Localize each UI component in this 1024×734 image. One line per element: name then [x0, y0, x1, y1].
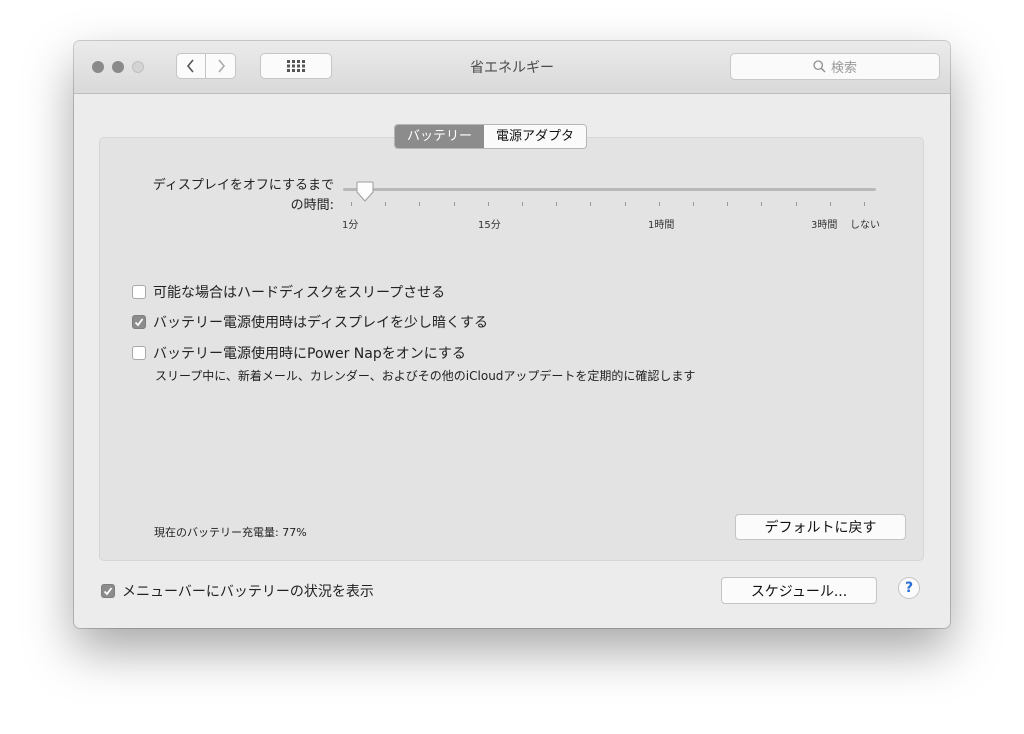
help-button[interactable]: ? — [898, 577, 920, 599]
option-dim-display[interactable]: バッテリー電源使用時はディスプレイを少し暗くする — [132, 312, 488, 332]
display-sleep-slider-track[interactable] — [343, 188, 876, 191]
chevron-left-icon — [186, 59, 194, 73]
slider-tick — [761, 202, 763, 206]
checkbox-dim-display[interactable] — [132, 315, 146, 329]
window-title: 省エネルギー — [470, 60, 554, 76]
option-power-nap-label: バッテリー電源使用時にPower Napをオンにする — [153, 346, 466, 362]
tick-label-15min: 15分 — [478, 220, 501, 231]
checkbox-hard-disk-sleep[interactable] — [132, 285, 146, 299]
checkmark-icon — [134, 318, 144, 327]
tab-switcher: バッテリー 電源アダプタ — [394, 124, 588, 149]
option-hard-disk-sleep[interactable]: 可能な場合はハードディスクをスリープさせる — [132, 282, 445, 302]
zoom-window-button[interactable] — [132, 61, 144, 73]
slider-tick — [453, 202, 455, 206]
option-show-in-menu-bar[interactable]: メニューバーにバッテリーの状況を表示 — [101, 581, 374, 601]
option-hard-disk-sleep-label: 可能な場合はハードディスクをスリープさせる — [153, 285, 446, 301]
slider-tick — [727, 202, 729, 206]
minimize-window-button[interactable] — [112, 61, 124, 73]
schedule-button[interactable]: スケジュール... — [721, 577, 877, 604]
power-nap-description: スリープ中に、新着メール、カレンダー、およびその他のiCloudアップデートを定… — [155, 369, 696, 383]
slider-tick — [556, 202, 558, 206]
tick-label-never: しない — [850, 220, 880, 231]
grid-icon — [287, 60, 305, 72]
tick-label-1min: 1分 — [342, 220, 359, 231]
search-icon — [813, 60, 826, 73]
checkmark-icon — [103, 587, 113, 596]
display-sleep-label-line1: ディスプレイをオフにするまで — [152, 178, 334, 193]
search-field[interactable]: 検索 — [730, 53, 940, 80]
display-sleep-label-line2: の時間: — [290, 198, 334, 213]
slider-tick — [351, 202, 352, 206]
close-window-button[interactable] — [92, 61, 104, 73]
tab-power-adapter[interactable]: 電源アダプタ — [484, 125, 587, 148]
restore-defaults-button[interactable]: デフォルトに戻す — [735, 514, 906, 540]
slider-tick — [795, 202, 797, 206]
slider-tick — [385, 202, 387, 206]
slider-tick — [419, 202, 421, 206]
tick-label-1hour: 1時間 — [648, 220, 675, 231]
slider-tick — [522, 202, 523, 206]
slider-tick — [658, 202, 660, 206]
back-button[interactable] — [176, 53, 206, 79]
battery-level-text: 現在のバッテリー充電量: 77% — [154, 526, 307, 539]
forward-button[interactable] — [206, 53, 236, 79]
slider-tick — [487, 202, 489, 206]
slider-tick — [693, 202, 694, 206]
show-all-button[interactable] — [260, 53, 332, 79]
chevron-right-icon — [217, 59, 225, 73]
option-dim-display-label: バッテリー電源使用時はディスプレイを少し暗くする — [153, 315, 489, 331]
tab-battery[interactable]: バッテリー — [395, 125, 485, 148]
option-show-in-menu-bar-label: メニューバーにバッテリーの状況を表示 — [122, 584, 374, 600]
slider-tick — [590, 202, 592, 206]
navigation-buttons — [176, 53, 236, 81]
checkbox-show-in-menu-bar[interactable] — [101, 584, 115, 598]
slider-tick — [864, 202, 865, 206]
tick-label-3hours: 3時間 — [811, 220, 838, 231]
checkbox-power-nap[interactable] — [132, 346, 146, 360]
display-sleep-slider-thumb[interactable] — [356, 181, 374, 203]
search-placeholder: 検索 — [830, 61, 857, 76]
display-sleep-label: ディスプレイをオフにするまで の時間: — [110, 176, 334, 216]
slider-tick — [829, 202, 831, 206]
title-bar: 省エネルギー 検索 — [74, 41, 950, 94]
option-power-nap[interactable]: バッテリー電源使用時にPower Napをオンにする — [132, 343, 466, 363]
slider-tick — [624, 202, 626, 206]
energy-saver-window: 省エネルギー 検索 バッテリー 電源アダプタ ディスプレイをオフにするまで の時… — [74, 41, 950, 628]
